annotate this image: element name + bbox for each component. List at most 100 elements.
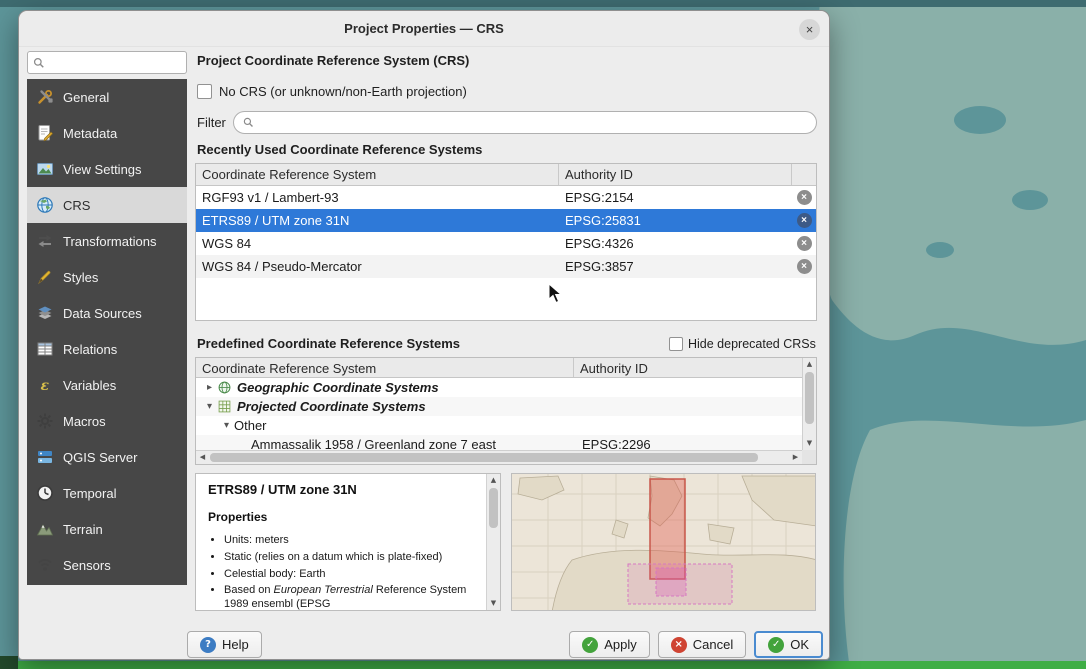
recent-crs-row[interactable]: ETRS89 / UTM zone 31NEPSG:25831× — [196, 209, 816, 232]
crs-details-panel: ETRS89 / UTM zone 31N Properties Units: … — [195, 473, 501, 611]
sidebar-item-terrain[interactable]: Terrain — [27, 511, 187, 547]
scrollbar-thumb[interactable] — [489, 488, 498, 528]
crs-filter-input[interactable] — [259, 114, 816, 132]
sidebar-item-label: CRS — [63, 198, 90, 213]
gear-icon — [36, 412, 54, 430]
sidebar-item-label: Metadata — [63, 126, 117, 141]
help-icon: ? — [200, 637, 216, 653]
sidebar-item-transformations[interactable]: Transformations — [27, 223, 187, 259]
sidebar-item-label: Terrain — [63, 522, 103, 537]
help-button[interactable]: ? Help — [187, 631, 262, 658]
details-scrollbar[interactable]: ▲ ▼ — [486, 474, 500, 610]
tree-node-label: Other — [234, 418, 267, 433]
collapse-icon[interactable]: ▾ — [202, 401, 217, 412]
column-header-remove — [792, 164, 816, 185]
sidebar-list: General Metadata View Settings CRS Transform… — [27, 79, 187, 585]
layers-icon — [36, 304, 54, 322]
transform-arrows-icon — [36, 232, 54, 250]
scrollbar-thumb[interactable] — [210, 453, 758, 462]
help-button-label: Help — [222, 637, 249, 652]
dialog-titlebar[interactable]: Project Properties — CRS × — [19, 11, 829, 47]
sidebar-item-temporal[interactable]: Temporal — [27, 475, 187, 511]
hide-deprecated-checkbox[interactable] — [669, 337, 683, 351]
remove-crs-icon[interactable]: × — [797, 236, 812, 251]
scroll-right-icon[interactable]: ▶ — [789, 451, 802, 464]
column-header-authority[interactable]: Authority ID — [574, 358, 802, 377]
authority-id-cell: EPSG:4326 — [559, 236, 792, 251]
close-button[interactable]: × — [799, 19, 820, 40]
panel-heading: Project Coordinate Reference System (CRS… — [197, 53, 469, 68]
sidebar-item-relations[interactable]: Relations — [27, 331, 187, 367]
metadata-icon — [36, 124, 54, 142]
apply-check-icon: ✓ — [582, 637, 598, 653]
scroll-up-icon[interactable]: ▲ — [487, 474, 500, 487]
vertical-scrollbar[interactable]: ▲ ▼ — [802, 358, 816, 450]
sidebar-search-input[interactable] — [49, 54, 169, 72]
remove-crs-icon[interactable]: × — [797, 259, 812, 274]
wrench-icon — [36, 88, 54, 106]
ok-button-label: OK — [790, 637, 809, 652]
clock-icon — [36, 484, 54, 502]
sidebar-item-crs[interactable]: CRS — [27, 187, 187, 223]
no-crs-checkbox[interactable] — [197, 84, 212, 99]
collapse-icon[interactable]: ▾ — [219, 420, 234, 431]
authority-id-cell: EPSG:3857 — [559, 259, 792, 274]
crs-name-cell: RGF93 v1 / Lambert-93 — [196, 190, 559, 205]
property-item: Celestial body: Earth — [224, 568, 482, 582]
projected-crs-icon — [217, 399, 232, 414]
predefined-table-content: Coordinate Reference System Authority ID… — [196, 358, 802, 450]
apply-button[interactable]: ✓ Apply — [569, 631, 650, 658]
scroll-down-icon[interactable]: ▼ — [803, 437, 816, 450]
sidebar-item-general[interactable]: General — [27, 79, 187, 115]
scroll-left-icon[interactable]: ◀ — [196, 451, 209, 464]
cancel-button-label: Cancel — [693, 637, 733, 652]
remove-crs-icon[interactable]: × — [797, 190, 812, 205]
filter-box[interactable] — [233, 111, 817, 134]
dialog-title: Project Properties — CRS — [19, 11, 829, 47]
sidebar-item-sensors[interactable]: Sensors — [27, 547, 187, 583]
remove-crs-icon[interactable]: × — [797, 213, 812, 228]
relations-table-icon — [36, 340, 54, 358]
sidebar-item-label: Data Sources — [63, 306, 142, 321]
scrollbar-thumb[interactable] — [805, 372, 814, 424]
sidebar-item-metadata[interactable]: Metadata — [27, 115, 187, 151]
sidebar-item-label: Styles — [63, 270, 98, 285]
tree-row-geographic-coordinate-systems[interactable]: ▸ Geographic Coordinate Systems — [196, 378, 802, 397]
predefined-heading: Predefined Coordinate Reference Systems — [197, 336, 460, 351]
cancel-button[interactable]: × Cancel — [658, 631, 746, 658]
sidebar-item-label: Variables — [63, 378, 116, 393]
tree-node-label: Geographic Coordinate Systems — [237, 380, 439, 395]
column-header-crs[interactable]: Coordinate Reference System — [196, 164, 559, 185]
sidebar-item-view-settings[interactable]: View Settings — [27, 151, 187, 187]
ok-button[interactable]: ✓ OK — [754, 631, 823, 658]
crs-name-cell: ETRS89 / UTM zone 31N — [196, 213, 559, 228]
scroll-up-icon[interactable]: ▲ — [803, 358, 816, 371]
sidebar-item-data-sources[interactable]: Data Sources — [27, 295, 187, 331]
ok-check-icon: ✓ — [768, 637, 784, 653]
crs-name-cell: WGS 84 — [196, 236, 559, 251]
scroll-down-icon[interactable]: ▼ — [487, 597, 500, 610]
recent-crs-row[interactable]: RGF93 v1 / Lambert-93EPSG:2154× — [196, 186, 816, 209]
no-crs-row: No CRS (or unknown/non-Earth projection) — [197, 84, 467, 99]
tree-row-ammassalik-1958-greenland-zone-7-east[interactable]: Ammassalik 1958 / Greenland zone 7 eastE… — [196, 435, 802, 450]
horizontal-scrollbar[interactable]: ◀ ▶ — [196, 450, 802, 464]
geographic-crs-icon — [217, 380, 232, 395]
hide-deprecated-row: Hide deprecated CRSs — [669, 337, 816, 351]
sidebar-search[interactable] — [27, 51, 187, 74]
recent-crs-row[interactable]: WGS 84 / Pseudo-MercatorEPSG:3857× — [196, 255, 816, 278]
column-header-authority[interactable]: Authority ID — [559, 164, 792, 185]
sidebar-item-qgis-server[interactable]: QGIS Server — [27, 439, 187, 475]
cancel-x-icon: × — [671, 637, 687, 653]
tree-row-projected-coordinate-systems[interactable]: ▾Projected Coordinate Systems — [196, 397, 802, 416]
sidebar-item-label: Macros — [63, 414, 106, 429]
sidebar-item-macros[interactable]: Macros — [27, 403, 187, 439]
recent-table-header: Coordinate Reference System Authority ID — [196, 164, 816, 186]
tree-row-other[interactable]: ▾Other — [196, 416, 802, 435]
sidebar-item-styles[interactable]: Styles — [27, 259, 187, 295]
project-properties-dialog: Project Properties — CRS × General Metada… — [18, 10, 830, 660]
recent-crs-row[interactable]: WGS 84EPSG:4326 × — [196, 232, 816, 255]
column-header-crs[interactable]: Coordinate Reference System — [196, 358, 574, 377]
sidebar-item-variables[interactable]: Variables — [27, 367, 187, 403]
expand-icon[interactable]: ▸ — [202, 382, 217, 393]
apply-button-label: Apply — [604, 637, 637, 652]
